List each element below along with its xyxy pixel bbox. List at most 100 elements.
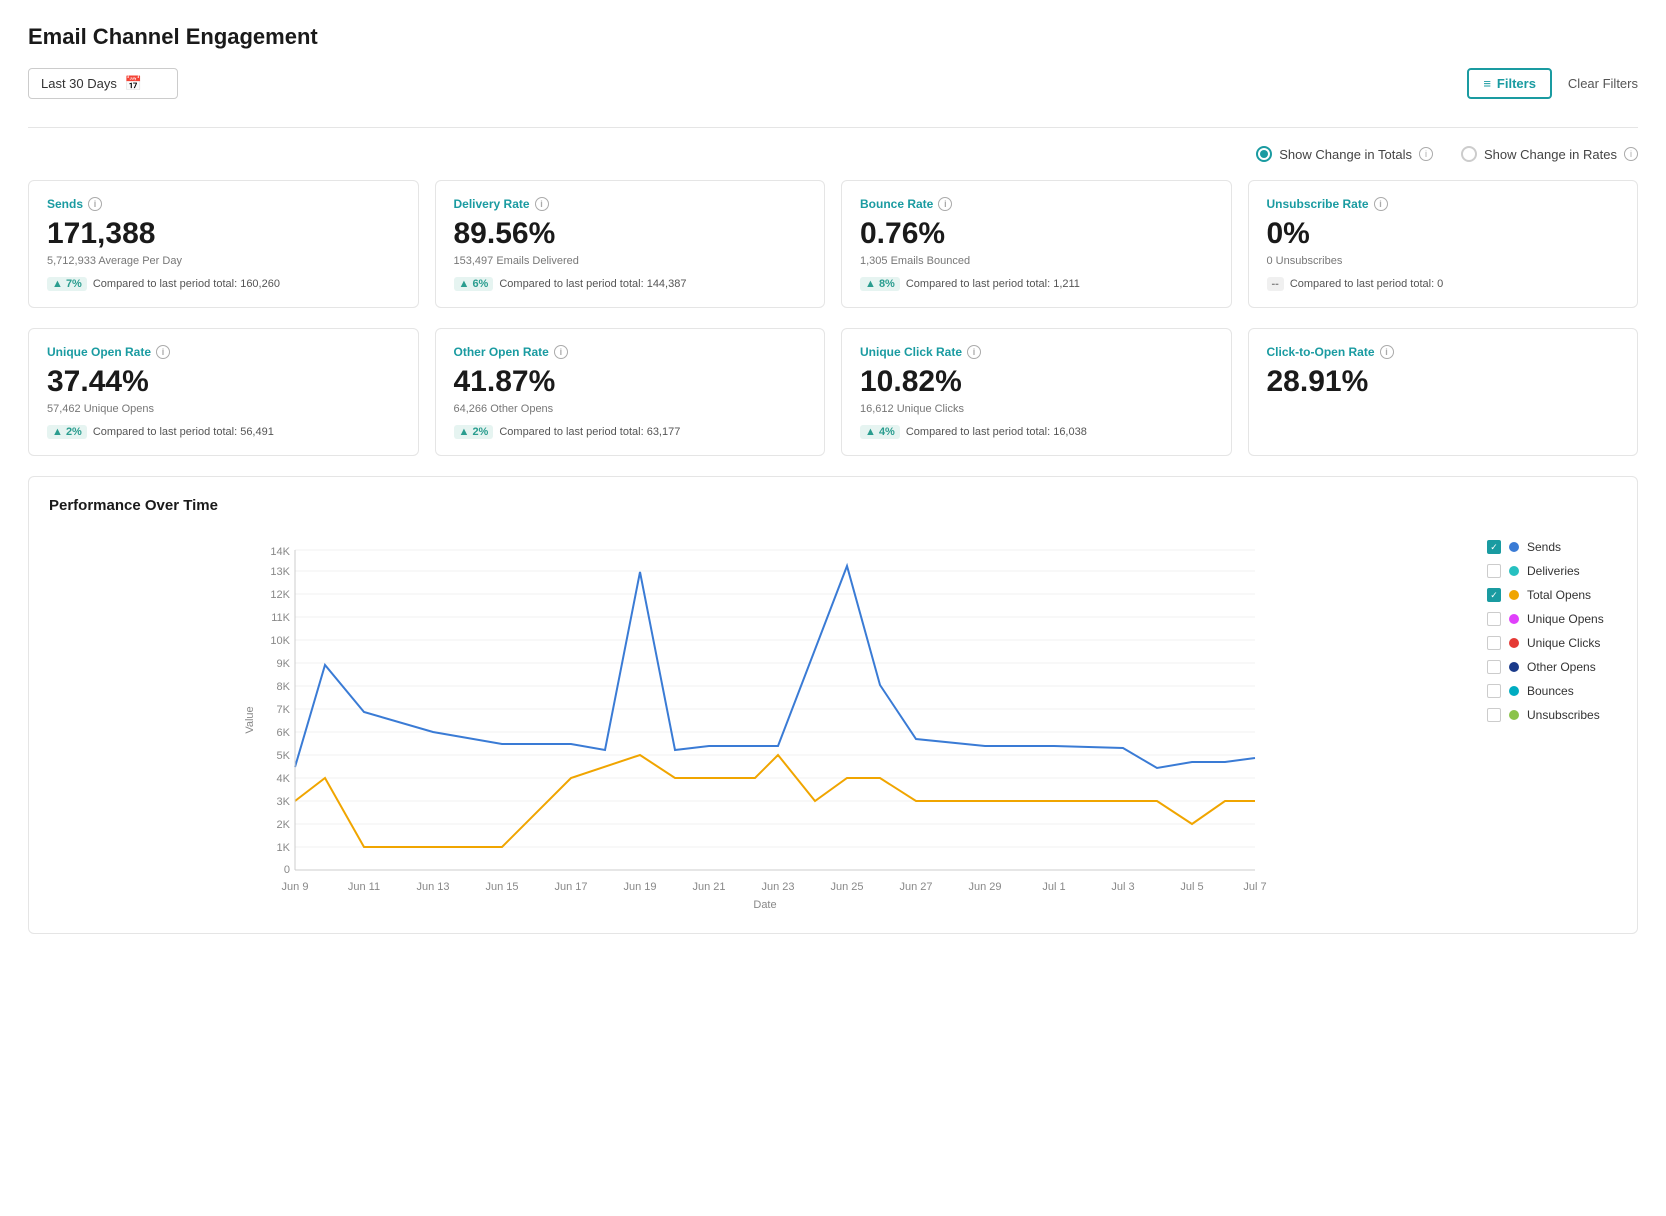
svg-text:Jun 17: Jun 17	[554, 881, 587, 893]
metric-card-bounce_rate: Bounce Rate i 0.76% 1,305 Emails Bounced ▲ …	[841, 180, 1232, 308]
legend-item-unique_clicks[interactable]: Unique Clicks	[1487, 636, 1617, 650]
metric-change-unique_open_rate: ▲ 2%Compared to last period total: 56,49…	[47, 425, 400, 439]
legend-checkbox-unsubscribes[interactable]	[1487, 708, 1501, 722]
legend-dot-unique_clicks	[1509, 638, 1519, 648]
metric-label-delivery_rate: Delivery Rate i	[454, 197, 807, 211]
rates-radio[interactable]	[1461, 146, 1477, 162]
legend-dot-unique_opens	[1509, 614, 1519, 624]
metric-comparison-unsubscribe_rate: Compared to last period total: 0	[1290, 278, 1443, 290]
legend-label-unsubscribes: Unsubscribes	[1527, 708, 1600, 722]
info-icon-delivery_rate[interactable]: i	[535, 197, 549, 211]
info-icon-other_open_rate[interactable]: i	[554, 345, 568, 359]
legend-item-bounces[interactable]: Bounces	[1487, 684, 1617, 698]
show-totals-toggle[interactable]: Show Change in Totals i	[1256, 146, 1433, 162]
metric-comparison-bounce_rate: Compared to last period total: 1,211	[906, 278, 1080, 290]
svg-text:3K: 3K	[277, 796, 291, 808]
info-icon-bounce_rate[interactable]: i	[938, 197, 952, 211]
metric-value-unique_click_rate: 10.82%	[860, 365, 1213, 399]
metric-label-other_open_rate: Other Open Rate i	[454, 345, 807, 359]
legend-checkbox-unique_opens[interactable]	[1487, 612, 1501, 626]
legend-item-total_opens[interactable]: Total Opens	[1487, 588, 1617, 602]
svg-text:8K: 8K	[277, 681, 291, 693]
legend-item-sends[interactable]: Sends	[1487, 540, 1617, 554]
legend-label-total_opens: Total Opens	[1527, 588, 1591, 602]
svg-text:Jul 7: Jul 7	[1243, 881, 1266, 893]
legend-checkbox-other_opens[interactable]	[1487, 660, 1501, 674]
legend-label-unique_opens: Unique Opens	[1527, 612, 1604, 626]
metric-label-unique_open_rate: Unique Open Rate i	[47, 345, 400, 359]
info-icon-click_to_open_rate[interactable]: i	[1380, 345, 1394, 359]
info-icon-unsubscribe_rate[interactable]: i	[1374, 197, 1388, 211]
legend-item-unsubscribes[interactable]: Unsubscribes	[1487, 708, 1617, 722]
legend-dot-unsubscribes	[1509, 710, 1519, 720]
metric-sub-unique_click_rate: 16,612 Unique Clicks	[860, 403, 1213, 415]
metric-value-unsubscribe_rate: 0%	[1267, 217, 1620, 251]
metric-card-unsubscribe_rate: Unsubscribe Rate i0%0 Unsubscribes--Comp…	[1248, 180, 1639, 308]
chart-title: Performance Over Time	[49, 497, 1617, 514]
metric-value-bounce_rate: 0.76%	[860, 217, 1213, 251]
legend-label-unique_clicks: Unique Clicks	[1527, 636, 1600, 650]
page-title: Email Channel Engagement	[28, 24, 1638, 50]
metric-card-delivery_rate: Delivery Rate i89.56%153,497 Emails Deli…	[435, 180, 826, 308]
info-icon-unique_click_rate[interactable]: i	[967, 345, 981, 359]
legend-dot-sends	[1509, 542, 1519, 552]
date-range-label: Last 30 Days	[41, 76, 117, 91]
filters-button[interactable]: ≡ Filters	[1467, 68, 1552, 99]
metric-card-sends: Sends i171,3885,712,933 Average Per Day▲…	[28, 180, 419, 308]
legend-label-deliveries: Deliveries	[1527, 564, 1580, 578]
metric-comparison-other_open_rate: Compared to last period total: 63,177	[499, 426, 680, 438]
clear-filters-button[interactable]: Clear Filters	[1568, 76, 1638, 91]
metric-badge-sends: ▲ 7%	[47, 277, 87, 291]
metric-badge-unique_click_rate: ▲ 4%	[860, 425, 900, 439]
metric-value-sends: 171,388	[47, 217, 400, 251]
svg-text:Jul 5: Jul 5	[1180, 881, 1203, 893]
svg-text:Jul 3: Jul 3	[1111, 881, 1134, 893]
legend-item-unique_opens[interactable]: Unique Opens	[1487, 612, 1617, 626]
svg-text:Date: Date	[753, 899, 776, 910]
totals-radio[interactable]	[1256, 146, 1272, 162]
svg-text:Jun 25: Jun 25	[830, 881, 863, 893]
metric-label-unsubscribe_rate: Unsubscribe Rate i	[1267, 197, 1620, 211]
legend-label-other_opens: Other Opens	[1527, 660, 1596, 674]
metric-change-delivery_rate: ▲ 6%Compared to last period total: 144,3…	[454, 277, 807, 291]
show-rates-toggle[interactable]: Show Change in Rates i	[1461, 146, 1638, 162]
metric-comparison-unique_open_rate: Compared to last period total: 56,491	[93, 426, 274, 438]
metric-label-click_to_open_rate: Click-to-Open Rate i	[1267, 345, 1620, 359]
svg-text:7K: 7K	[277, 704, 291, 716]
svg-text:14K: 14K	[270, 546, 290, 558]
show-rates-label: Show Change in Rates	[1484, 147, 1617, 162]
show-totals-label: Show Change in Totals	[1279, 147, 1412, 162]
info-icon-sends[interactable]: i	[88, 197, 102, 211]
legend-dot-total_opens	[1509, 590, 1519, 600]
legend-checkbox-sends[interactable]	[1487, 540, 1501, 554]
info-icon-unique_open_rate[interactable]: i	[156, 345, 170, 359]
metric-label-bounce_rate: Bounce Rate i	[860, 197, 1213, 211]
svg-text:Jun 29: Jun 29	[968, 881, 1001, 893]
totals-info-icon[interactable]: i	[1419, 147, 1433, 161]
metric-change-other_open_rate: ▲ 2%Compared to last period total: 63,17…	[454, 425, 807, 439]
legend-checkbox-unique_clicks[interactable]	[1487, 636, 1501, 650]
svg-text:Jun 15: Jun 15	[485, 881, 518, 893]
date-range-selector[interactable]: Last 30 Days 📅	[28, 68, 178, 99]
metric-sub-unsubscribe_rate: 0 Unsubscribes	[1267, 255, 1620, 267]
legend-label-sends: Sends	[1527, 540, 1561, 554]
metric-badge-bounce_rate: ▲ 8%	[860, 277, 900, 291]
svg-text:12K: 12K	[270, 589, 290, 601]
svg-text:9K: 9K	[277, 658, 291, 670]
legend-checkbox-deliveries[interactable]	[1487, 564, 1501, 578]
legend-dot-other_opens	[1509, 662, 1519, 672]
legend-dot-bounces	[1509, 686, 1519, 696]
legend-item-other_opens[interactable]: Other Opens	[1487, 660, 1617, 674]
legend-checkbox-total_opens[interactable]	[1487, 588, 1501, 602]
svg-text:11K: 11K	[271, 612, 290, 624]
metric-value-delivery_rate: 89.56%	[454, 217, 807, 251]
metric-sub-bounce_rate: 1,305 Emails Bounced	[860, 255, 1213, 267]
rates-info-icon[interactable]: i	[1624, 147, 1638, 161]
metric-comparison-sends: Compared to last period total: 160,260	[93, 278, 280, 290]
metric-change-sends: ▲ 7% Compared to last period total: 160,2…	[47, 277, 400, 291]
svg-text:Jun 13: Jun 13	[416, 881, 449, 893]
legend-checkbox-bounces[interactable]	[1487, 684, 1501, 698]
svg-text:Jun 19: Jun 19	[623, 881, 656, 893]
legend-item-deliveries[interactable]: Deliveries	[1487, 564, 1617, 578]
svg-text:5K: 5K	[277, 750, 291, 762]
